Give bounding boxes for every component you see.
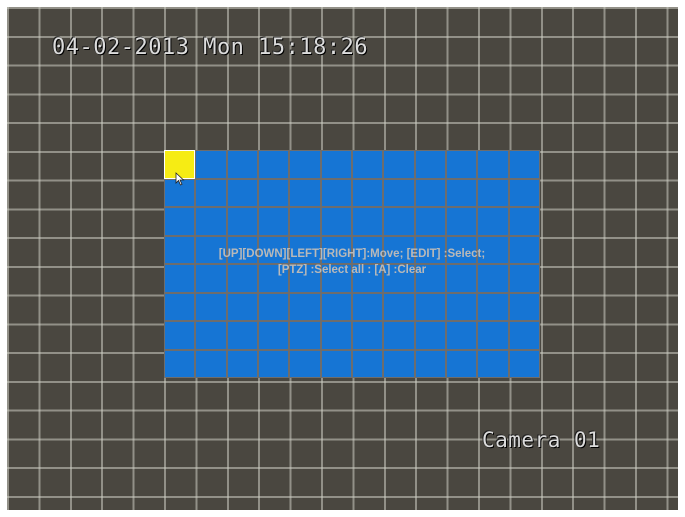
dvr-screen: 04-02-2013 Mon 15:18:26 [UP][DOWN][LEFT]… bbox=[0, 0, 685, 517]
grid-cell[interactable] bbox=[478, 350, 508, 377]
grid-cell[interactable] bbox=[196, 151, 226, 178]
grid-cell[interactable] bbox=[227, 236, 257, 263]
grid-cell[interactable] bbox=[384, 293, 414, 320]
grid-cell[interactable] bbox=[196, 179, 226, 206]
grid-cell[interactable] bbox=[384, 265, 414, 292]
grid-cell[interactable] bbox=[227, 208, 257, 235]
grid-cell[interactable] bbox=[227, 151, 257, 178]
grid-cell[interactable] bbox=[290, 179, 320, 206]
grid-cell[interactable] bbox=[196, 322, 226, 349]
grid-cell[interactable] bbox=[478, 151, 508, 178]
grid-cell[interactable] bbox=[509, 350, 539, 377]
grid-cell[interactable] bbox=[415, 151, 445, 178]
grid-cell[interactable] bbox=[290, 151, 320, 178]
grid-cell[interactable] bbox=[509, 179, 539, 206]
grid-cell[interactable] bbox=[290, 236, 320, 263]
grid-cell[interactable] bbox=[259, 179, 289, 206]
grid-cell[interactable] bbox=[478, 293, 508, 320]
grid-cell[interactable] bbox=[509, 265, 539, 292]
grid-cell[interactable] bbox=[447, 208, 477, 235]
grid-cell[interactable] bbox=[290, 208, 320, 235]
grid-cell[interactable] bbox=[384, 151, 414, 178]
grid-cell[interactable] bbox=[165, 265, 195, 292]
grid-cell[interactable] bbox=[259, 350, 289, 377]
grid-cell[interactable] bbox=[321, 236, 351, 263]
mouse-pointer-icon bbox=[175, 172, 185, 186]
grid-cell[interactable] bbox=[509, 322, 539, 349]
grid-cell[interactable] bbox=[478, 322, 508, 349]
grid-cell[interactable] bbox=[227, 350, 257, 377]
grid-cell[interactable] bbox=[165, 322, 195, 349]
grid-cell[interactable] bbox=[509, 236, 539, 263]
grid-cell[interactable] bbox=[290, 322, 320, 349]
grid-cell[interactable] bbox=[290, 293, 320, 320]
grid-cell[interactable] bbox=[196, 236, 226, 263]
grid-cell[interactable] bbox=[384, 208, 414, 235]
grid-cell[interactable] bbox=[353, 179, 383, 206]
grid-cell[interactable] bbox=[353, 236, 383, 263]
grid-cell[interactable] bbox=[478, 265, 508, 292]
grid-cell[interactable] bbox=[353, 265, 383, 292]
grid-cell[interactable] bbox=[415, 179, 445, 206]
grid-cell[interactable] bbox=[321, 322, 351, 349]
grid-cell[interactable] bbox=[478, 179, 508, 206]
grid-cell[interactable] bbox=[259, 293, 289, 320]
grid-cell[interactable] bbox=[321, 293, 351, 320]
grid-cell[interactable] bbox=[196, 293, 226, 320]
grid-cell[interactable] bbox=[165, 208, 195, 235]
grid-cell[interactable] bbox=[447, 236, 477, 263]
grid-cell[interactable] bbox=[259, 322, 289, 349]
grid-cell[interactable] bbox=[447, 350, 477, 377]
grid-cell[interactable] bbox=[227, 265, 257, 292]
grid-cell[interactable] bbox=[321, 179, 351, 206]
grid-cell[interactable] bbox=[353, 151, 383, 178]
grid-cell[interactable] bbox=[384, 350, 414, 377]
grid-cell[interactable] bbox=[290, 265, 320, 292]
grid-cell[interactable] bbox=[384, 179, 414, 206]
grid-cell[interactable] bbox=[259, 265, 289, 292]
grid-cell[interactable] bbox=[165, 293, 195, 320]
grid-cell[interactable] bbox=[259, 236, 289, 263]
grid-cell[interactable] bbox=[165, 350, 195, 377]
grid-cell[interactable] bbox=[196, 350, 226, 377]
osd-camera-name: Camera 01 bbox=[482, 428, 601, 452]
osd-datetime: 04-02-2013 Mon 15:18:26 bbox=[52, 35, 369, 60]
grid-cell[interactable] bbox=[321, 350, 351, 377]
grid-cell[interactable] bbox=[447, 322, 477, 349]
grid-cell[interactable] bbox=[447, 179, 477, 206]
grid-cell[interactable] bbox=[321, 265, 351, 292]
grid-cell[interactable] bbox=[384, 322, 414, 349]
grid-cell[interactable] bbox=[321, 151, 351, 178]
grid-cell[interactable] bbox=[353, 350, 383, 377]
grid-cell[interactable] bbox=[509, 293, 539, 320]
grid-cell[interactable] bbox=[353, 322, 383, 349]
grid-cell[interactable] bbox=[290, 350, 320, 377]
grid-cell[interactable] bbox=[509, 208, 539, 235]
grid-cell[interactable] bbox=[321, 208, 351, 235]
grid-cell[interactable] bbox=[415, 322, 445, 349]
grid-cell[interactable] bbox=[447, 151, 477, 178]
grid-cell[interactable] bbox=[227, 179, 257, 206]
grid-cell[interactable] bbox=[196, 265, 226, 292]
grid-cell[interactable] bbox=[353, 208, 383, 235]
grid-cell[interactable] bbox=[196, 208, 226, 235]
grid-cell[interactable] bbox=[415, 208, 445, 235]
motion-detection-grid[interactable] bbox=[163, 150, 540, 378]
grid-cell[interactable] bbox=[259, 208, 289, 235]
grid-cell[interactable] bbox=[415, 265, 445, 292]
grid-cell[interactable] bbox=[165, 236, 195, 263]
grid-cell[interactable] bbox=[509, 151, 539, 178]
grid-cell[interactable] bbox=[415, 236, 445, 263]
grid-cell[interactable] bbox=[353, 293, 383, 320]
grid-cell[interactable] bbox=[415, 293, 445, 320]
grid-cell[interactable] bbox=[447, 293, 477, 320]
grid-cell[interactable] bbox=[227, 322, 257, 349]
grid-cell[interactable] bbox=[415, 350, 445, 377]
grid-cell[interactable] bbox=[478, 236, 508, 263]
grid-cell[interactable] bbox=[259, 151, 289, 178]
grid-cell[interactable] bbox=[384, 236, 414, 263]
grid-cell[interactable] bbox=[478, 208, 508, 235]
grid-cell[interactable] bbox=[227, 293, 257, 320]
grid-cell[interactable] bbox=[447, 265, 477, 292]
